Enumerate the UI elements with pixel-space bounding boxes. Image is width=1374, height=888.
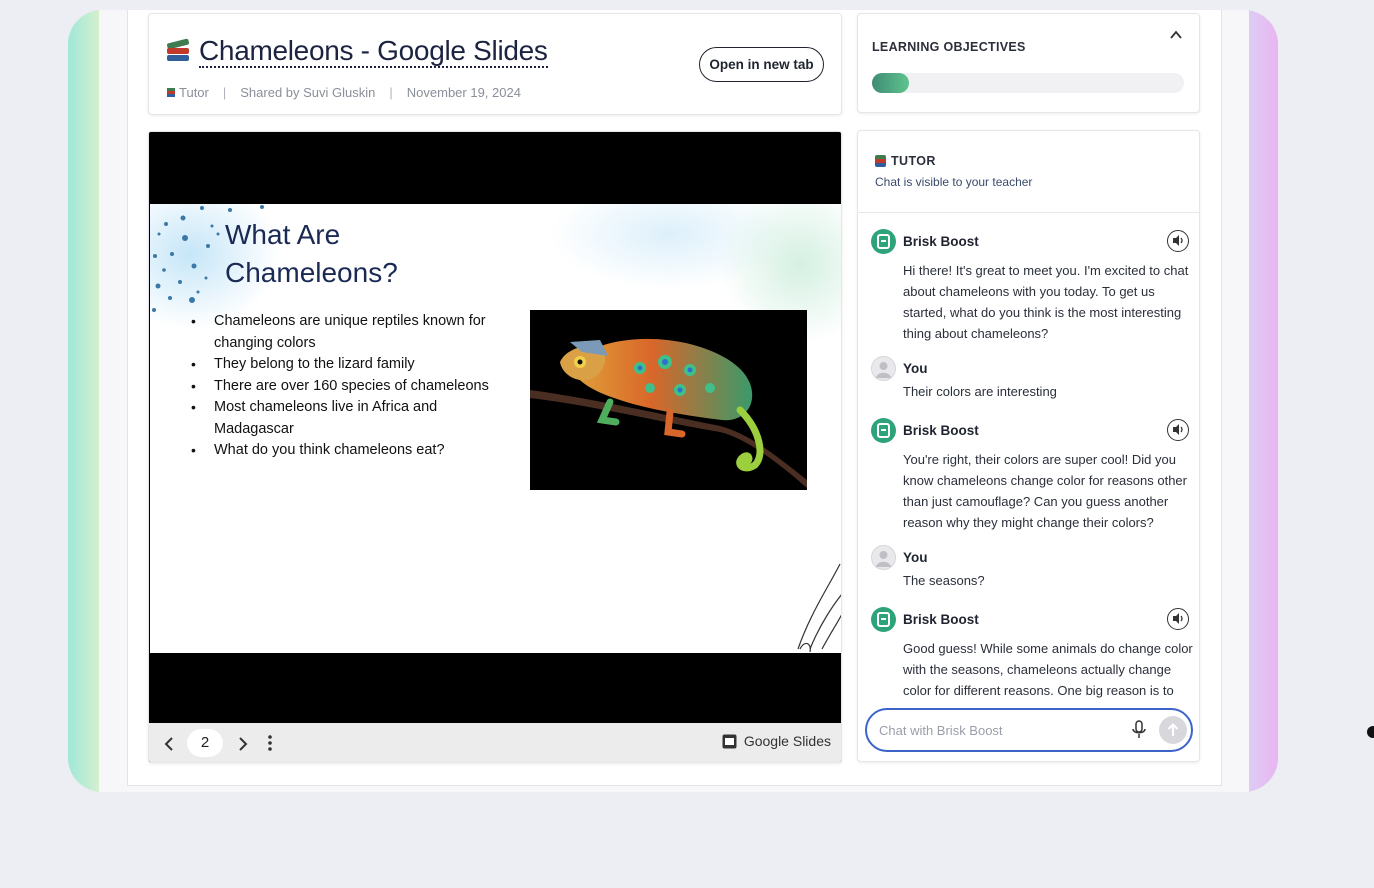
arrow-up-icon	[1167, 723, 1179, 736]
send-button[interactable]	[1159, 716, 1187, 744]
meta-separator: |	[389, 85, 393, 100]
slide-viewer[interactable]: What Are Chameleons? Chameleons are uniq…	[148, 131, 842, 763]
microphone-icon[interactable]	[1131, 720, 1147, 740]
shared-by: Shared by Suvi Gluskin	[240, 85, 376, 100]
google-slides-label: Google Slides	[743, 733, 831, 749]
message-text: Hi there! It's great to meet you. I'm ex…	[903, 263, 1189, 341]
speaker-icon[interactable]	[1167, 230, 1189, 252]
slide-bullet: What do you think chameleons eat?	[191, 440, 514, 462]
page-title[interactable]: Chameleons - Google Slides	[199, 36, 548, 68]
slide-page-number[interactable]: 2	[187, 729, 223, 757]
collapse-chevron-icon[interactable]	[1169, 28, 1183, 42]
tutor-chat-panel: TUTOR Chat is visible to your teacher Br…	[857, 130, 1200, 762]
slide-bullet-list: Chameleons are unique reptiles known for…	[191, 311, 514, 462]
previous-slide-icon[interactable]	[164, 737, 176, 751]
chat-visibility-note: Chat is visible to your teacher	[875, 175, 1033, 189]
message-text: Good guess! While some animals do change…	[903, 641, 1193, 698]
message-sender: Brisk Boost	[903, 612, 979, 627]
slide-bullet: Chameleons are unique reptiles known for…	[191, 311, 514, 354]
message-sender: Brisk Boost	[903, 423, 979, 438]
more-options-icon[interactable]	[267, 734, 273, 752]
message-text: You're right, their colors are super coo…	[903, 452, 1187, 530]
resource-meta: Tutor | Shared by Suvi Gluskin | Novembe…	[167, 85, 521, 100]
slide-canvas: What Are Chameleons? Chameleons are uniq…	[150, 204, 841, 653]
slide-bullet: Most chameleons live in Africa and Madag…	[191, 397, 459, 440]
meta-separator: |	[222, 85, 227, 100]
user-avatar	[871, 356, 896, 381]
chameleon-image	[530, 310, 807, 490]
chat-input-box	[865, 708, 1193, 752]
slide-controls: 2 Google Slides	[149, 723, 841, 762]
slide-heading: What Are Chameleons?	[225, 219, 398, 288]
brisk-boost-avatar	[871, 418, 896, 443]
brisk-boost-avatar	[871, 607, 896, 632]
cursor-dot	[1367, 726, 1374, 738]
speaker-icon[interactable]	[1167, 608, 1189, 630]
tutor-title: TUTOR	[875, 154, 936, 168]
shared-date: November 19, 2024	[406, 85, 521, 100]
message-sender: You	[903, 361, 928, 376]
message-text: The seasons?	[903, 573, 985, 588]
tutor-label: Tutor	[179, 85, 209, 100]
next-slide-icon[interactable]	[237, 737, 249, 751]
books-icon	[875, 155, 886, 167]
slide-bullet: There are over 160 species of chameleons	[191, 376, 514, 398]
tutor-small-icon	[167, 88, 175, 97]
message-sender: Brisk Boost	[903, 234, 979, 249]
google-slides-link[interactable]: Google Slides	[722, 733, 831, 749]
user-avatar	[871, 545, 896, 570]
message-sender: You	[903, 550, 928, 565]
speaker-icon[interactable]	[1167, 419, 1189, 441]
brisk-boost-avatar	[871, 229, 896, 254]
slides-icon	[722, 734, 737, 748]
chat-input[interactable]	[879, 720, 1114, 740]
resource-header: Chameleons - Google Slides Tutor | Share…	[148, 13, 842, 115]
open-in-new-tab-button[interactable]: Open in new tab	[699, 47, 824, 82]
chat-header: TUTOR Chat is visible to your teacher	[858, 131, 1199, 213]
objectives-heading: LEARNING OBJECTIVES	[872, 40, 1026, 54]
learning-objectives-panel: LEARNING OBJECTIVES	[857, 13, 1200, 113]
objectives-progress-bar	[872, 73, 1184, 93]
books-icon	[166, 38, 191, 65]
message-text: Their colors are interesting	[903, 384, 1057, 399]
slide-bullet: They belong to the lizard family	[191, 354, 514, 376]
objectives-progress-fill	[872, 73, 910, 93]
chat-messages[interactable]: Brisk Boost Hi there! It's great to meet…	[858, 215, 1199, 705]
